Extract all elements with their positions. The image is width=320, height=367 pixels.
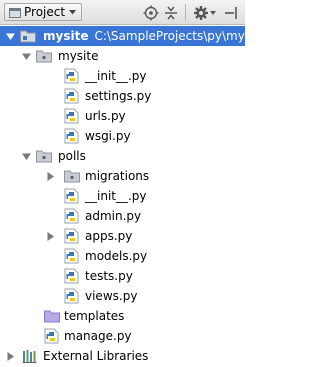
project-folder-icon [20,30,36,43]
file-label: manage.py [64,329,132,343]
package-folder-icon [36,50,52,63]
project-view-dropdown[interactable]: Project [4,3,82,21]
tree-row-polls-package[interactable]: polls [0,146,245,166]
python-file-icon [64,188,79,204]
project-view-icon [9,8,21,18]
file-label: admin.py [85,209,142,223]
tree-row-file[interactable]: manage.py [0,326,245,346]
python-file-icon [64,228,79,244]
expand-arrow-icon[interactable] [22,152,31,161]
collapsed-arrow-icon[interactable] [46,232,55,241]
python-file-icon [64,108,79,124]
chevron-down-icon [69,10,76,15]
file-label: __init__.py [85,189,147,203]
tree-row-file[interactable]: models.py [0,246,245,266]
python-file-icon [64,288,79,304]
collapse-all-icon[interactable] [163,5,179,21]
package-folder-icon [36,150,52,163]
tree-label-templates: templates [64,309,125,323]
tree-label-mysite: mysite [58,49,99,63]
python-file-icon [64,88,79,104]
tree-row-migrations[interactable]: migrations [0,166,245,186]
tree-row-external-libraries[interactable]: External Libraries [0,346,245,366]
gear-icon[interactable] [193,5,209,21]
file-label: wsgi.py [85,129,131,143]
python-file-icon [64,68,79,84]
toolbar-separator [185,4,186,21]
project-path: C:\SampleProjects\py\mysite [94,29,267,43]
tree-label-migrations: migrations [85,169,150,183]
tree-label-external-libraries: External Libraries [43,349,149,363]
gear-dropdown-icon[interactable] [210,11,216,15]
templates-folder-icon [44,310,60,323]
tree-row-file[interactable]: tests.py [0,266,245,286]
tree-label-polls: polls [58,149,86,163]
collapsed-arrow-icon[interactable] [6,352,15,361]
expand-arrow-icon[interactable] [6,32,15,41]
tree-row-file[interactable]: settings.py [0,86,245,106]
file-label: apps.py [85,229,133,243]
tree-row-file[interactable]: urls.py [0,106,245,126]
tree-row-file[interactable]: admin.py [0,206,245,226]
python-file-icon [64,128,79,144]
hide-icon[interactable] [224,5,240,21]
expand-arrow-icon[interactable] [22,52,31,61]
libraries-icon [22,350,37,363]
tree-row-templates[interactable]: templates [0,306,245,326]
python-file-icon [64,268,79,284]
project-view-label: Project [24,5,66,19]
tree-row-file-apps[interactable]: apps.py [0,226,245,246]
target-icon[interactable] [143,5,159,21]
tree-row-file[interactable]: wsgi.py [0,126,245,146]
tree-row-mysite-package[interactable]: mysite [0,46,245,66]
tree-row-file[interactable]: views.py [0,286,245,306]
file-label: tests.py [85,269,133,283]
python-file-icon [64,248,79,264]
python-file-icon [44,328,59,344]
file-label: views.py [85,289,138,303]
package-folder-icon [64,170,80,183]
file-label: settings.py [85,89,152,103]
project-toolbar: Project [0,0,245,25]
tree-row-root[interactable]: mysite C:\SampleProjects\py\mysite [0,26,267,46]
file-label: urls.py [85,109,126,123]
collapsed-arrow-icon[interactable] [46,172,55,181]
tree-row-file[interactable]: __init__.py [0,66,245,86]
file-label: models.py [85,249,148,263]
tree-label-root: mysite C:\SampleProjects\py\mysite [43,29,267,43]
file-label: __init__.py [85,69,147,83]
python-file-icon [64,208,79,224]
tree-row-file[interactable]: __init__.py [0,186,245,206]
